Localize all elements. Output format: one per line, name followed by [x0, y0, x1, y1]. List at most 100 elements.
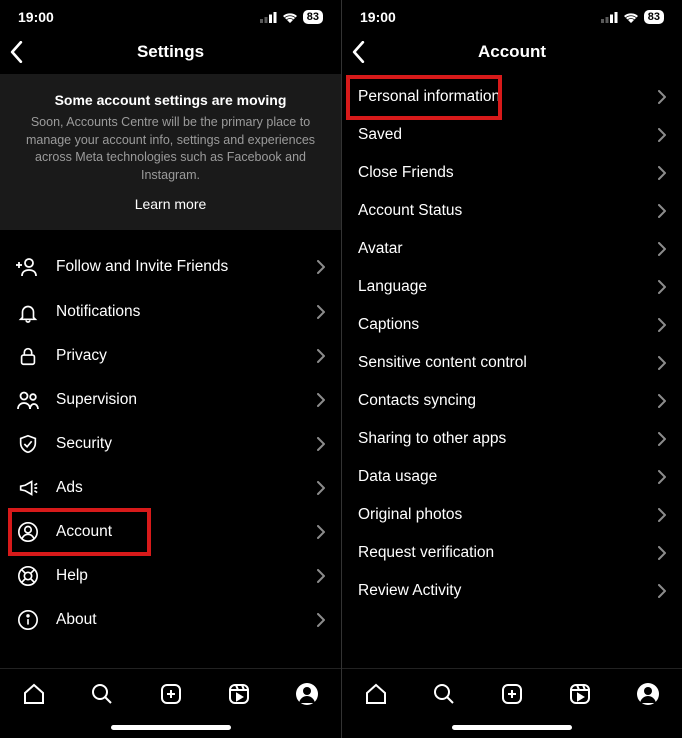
home-indicator: [342, 718, 682, 738]
learn-more-link[interactable]: Learn more: [14, 196, 327, 212]
row-data-usage[interactable]: Data usage: [342, 458, 682, 496]
info-icon: [16, 609, 40, 631]
row-close-friends[interactable]: Close Friends: [342, 154, 682, 192]
row-supervision[interactable]: Supervision: [0, 378, 341, 422]
back-button[interactable]: [352, 41, 365, 63]
row-avatar[interactable]: Avatar: [342, 230, 682, 268]
row-label: Contacts syncing: [358, 392, 642, 410]
account-icon: [16, 521, 40, 543]
status-indicators: 83: [601, 10, 664, 24]
row-personal-information[interactable]: Personal information: [342, 78, 682, 116]
status-time: 19:00: [360, 9, 396, 25]
row-label: Personal information: [358, 88, 642, 106]
row-request-verification[interactable]: Request verification: [342, 534, 682, 572]
row-label: Help: [56, 567, 301, 585]
shield-icon: [16, 433, 40, 455]
nav-profile[interactable]: [614, 682, 682, 706]
chevron-right-icon: [658, 546, 666, 560]
row-account-status[interactable]: Account Status: [342, 192, 682, 230]
profile-icon: [295, 682, 319, 706]
info-body: Soon, Accounts Centre will be the primar…: [14, 114, 327, 184]
row-label: Ads: [56, 479, 301, 497]
nav-home[interactable]: [0, 682, 68, 706]
chevron-right-icon: [658, 280, 666, 294]
nav-home[interactable]: [342, 682, 410, 706]
people-icon: [16, 389, 40, 411]
home-icon: [364, 682, 388, 706]
row-contacts-syncing[interactable]: Contacts syncing: [342, 382, 682, 420]
row-label: Account: [56, 523, 301, 541]
nav-search[interactable]: [68, 682, 136, 706]
row-follow-invite[interactable]: Follow and Invite Friends: [0, 244, 341, 290]
row-label: Close Friends: [358, 164, 642, 182]
chevron-right-icon: [658, 584, 666, 598]
row-label: Privacy: [56, 347, 301, 365]
page-title: Settings: [137, 42, 204, 62]
add-person-icon: [16, 255, 40, 279]
row-help[interactable]: Help: [0, 554, 341, 598]
row-security[interactable]: Security: [0, 422, 341, 466]
search-icon: [90, 682, 114, 706]
row-label: Review Activity: [358, 582, 642, 600]
chevron-right-icon: [317, 481, 325, 495]
bell-icon: [16, 301, 40, 323]
phone-settings: 19:00 83 Settings Some account settings …: [0, 0, 341, 738]
row-label: Sharing to other apps: [358, 430, 642, 448]
row-language[interactable]: Language: [342, 268, 682, 306]
content: Personal information Saved Close Friends…: [342, 74, 682, 668]
header: Account: [342, 30, 682, 74]
chevron-right-icon: [317, 525, 325, 539]
nav-create[interactable]: [478, 682, 546, 706]
row-account[interactable]: Account: [0, 510, 341, 554]
row-sharing-apps[interactable]: Sharing to other apps: [342, 420, 682, 458]
row-captions[interactable]: Captions: [342, 306, 682, 344]
phone-account: 19:00 83 Account Personal information Sa…: [341, 0, 682, 738]
search-icon: [432, 682, 456, 706]
row-label: Notifications: [56, 303, 301, 321]
reels-icon: [227, 682, 251, 706]
nav-profile[interactable]: [273, 682, 341, 706]
nav-reels[interactable]: [546, 682, 614, 706]
chevron-right-icon: [658, 432, 666, 446]
wifi-icon: [623, 12, 639, 23]
row-label: Saved: [358, 126, 642, 144]
row-original-photos[interactable]: Original photos: [342, 496, 682, 534]
row-about[interactable]: About: [0, 598, 341, 642]
row-sensitive-content[interactable]: Sensitive content control: [342, 344, 682, 382]
chevron-right-icon: [658, 204, 666, 218]
chevron-right-icon: [658, 356, 666, 370]
chevron-right-icon: [658, 470, 666, 484]
chevron-right-icon: [658, 242, 666, 256]
page-title: Account: [478, 42, 546, 62]
row-label: Supervision: [56, 391, 301, 409]
info-card: Some account settings are moving Soon, A…: [0, 74, 341, 230]
chevron-left-icon: [352, 41, 365, 63]
row-saved[interactable]: Saved: [342, 116, 682, 154]
row-ads[interactable]: Ads: [0, 466, 341, 510]
row-notifications[interactable]: Notifications: [0, 290, 341, 334]
nav-search[interactable]: [410, 682, 478, 706]
lock-icon: [16, 345, 40, 367]
row-label: Captions: [358, 316, 642, 334]
bottom-nav: [0, 668, 341, 718]
chevron-left-icon: [10, 41, 23, 63]
profile-icon: [636, 682, 660, 706]
back-button[interactable]: [10, 41, 23, 63]
cellular-icon: [601, 12, 618, 23]
row-privacy[interactable]: Privacy: [0, 334, 341, 378]
wifi-icon: [282, 12, 298, 23]
row-review-activity[interactable]: Review Activity: [342, 572, 682, 610]
row-label: Request verification: [358, 544, 642, 562]
chevron-right-icon: [658, 166, 666, 180]
plus-square-icon: [500, 682, 524, 706]
nav-create[interactable]: [136, 682, 204, 706]
row-label: Sensitive content control: [358, 354, 642, 372]
nav-reels[interactable]: [205, 682, 273, 706]
chevron-right-icon: [658, 128, 666, 142]
chevron-right-icon: [317, 260, 325, 274]
status-bar: 19:00 83: [0, 0, 341, 30]
status-indicators: 83: [260, 10, 323, 24]
row-label: Follow and Invite Friends: [56, 258, 301, 276]
row-label: Avatar: [358, 240, 642, 258]
home-indicator: [0, 718, 341, 738]
